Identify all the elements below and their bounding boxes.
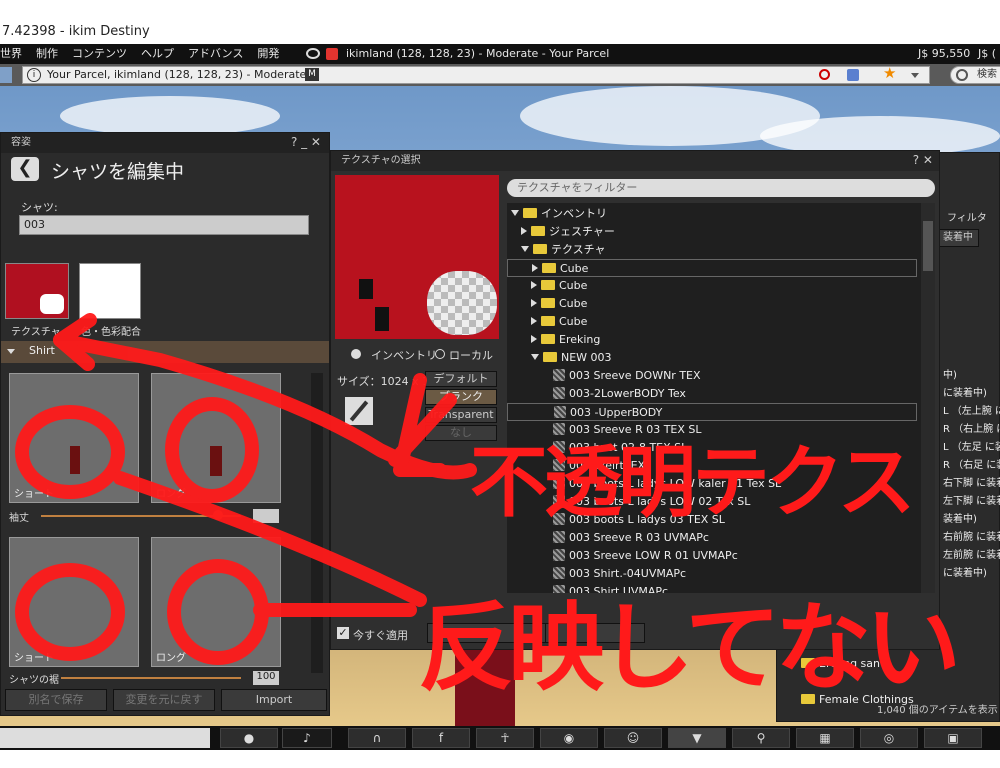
- annotation-circle: [165, 397, 259, 503]
- annotation-circle: [167, 559, 269, 665]
- annotation-circle: [15, 405, 125, 499]
- annotation-circle: [15, 563, 125, 661]
- annotation-text-1: 不透明テクス: [470, 438, 916, 528]
- annotation-connector: [113, 471, 427, 607]
- annotation-arrow-up: [388, 373, 457, 477]
- annotation-text-2: 反映してない: [418, 592, 961, 704]
